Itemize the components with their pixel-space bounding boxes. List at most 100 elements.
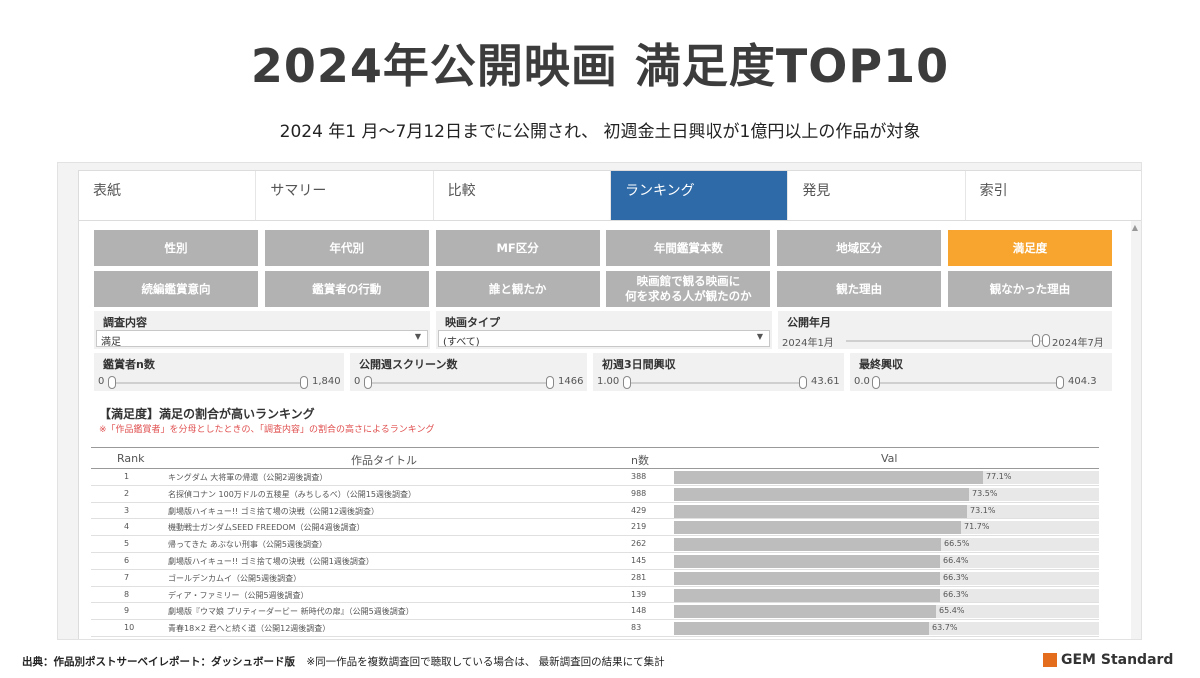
row-n: 148	[631, 606, 647, 616]
tab-cover[interactable]: 表紙	[79, 171, 257, 220]
category-button-expectations[interactable]: 映画館で観る映画に 何を求める人が観たのか	[606, 271, 771, 307]
row-n: 988	[631, 488, 647, 498]
final-box-track[interactable]	[878, 382, 1064, 384]
slide-title: 2024年公開映画 満足度TOP10	[250, 39, 950, 93]
category-button-region[interactable]: 地域区分	[777, 230, 942, 266]
logo-mark-icon	[1043, 653, 1057, 667]
row-title: 青春18×2 君へと続く道（公開12週後調査）	[168, 624, 331, 634]
row-n: 145	[631, 555, 647, 565]
table-row[interactable]: 9 劇場版『ウマ娘 プリティーダービー 新時代の扉』（公開5週後調査） 148 65.…	[91, 603, 1099, 621]
row-rank: 8	[124, 589, 130, 599]
category-button-age[interactable]: 年代別	[264, 230, 429, 266]
row-rank: 2	[124, 488, 130, 498]
footer-source: 出典：作品別ポストサーベイレポート：ダッシュボード版	[22, 656, 295, 668]
category-button-satisfaction[interactable]: 満足度	[947, 230, 1112, 266]
ranking-table: Rank 作品タイトル n数 Val 1 キングダム 大将軍の帰還（公開2週後調査…	[91, 447, 1099, 637]
final-box-handle-start[interactable]	[872, 376, 880, 389]
bar-value-label: 65.4%	[939, 606, 965, 616]
row-title: 機動戦士ガンダムSEED FREEDOM（公開4週後調査）	[168, 523, 365, 533]
tab-ranking[interactable]: ランキング	[610, 171, 789, 220]
screens-handle-start[interactable]	[364, 376, 372, 389]
movie-type-select[interactable]: (すべて) ▼	[438, 330, 770, 348]
ranking-title: 【満足度】満足の割合が高いランキング	[99, 407, 315, 421]
first3days-track[interactable]	[629, 382, 807, 384]
table-row[interactable]: 7 ゴールデンカムイ（公開5週後調査） 281 66.3%	[91, 570, 1099, 587]
viewers-n-handle-start[interactable]	[108, 376, 116, 389]
filter-release-period: 公開年月 2024年1月 2024年7月	[778, 311, 1112, 349]
category-button-sequel-intent[interactable]: 続編鑑賞意向	[94, 271, 258, 307]
logo-text: GEM Standard	[1061, 652, 1174, 668]
bar	[674, 538, 941, 552]
category-button-viewer-behavior[interactable]: 鑑賞者の行動	[264, 271, 429, 307]
table-row[interactable]: 1 キングダム 大将軍の帰還（公開2週後調査） 388 77.1%	[91, 469, 1099, 486]
screens-track[interactable]	[368, 382, 550, 384]
tab-summary[interactable]: サマリー	[256, 171, 434, 220]
table-header: Rank 作品タイトル n数 Val	[91, 447, 1099, 469]
table-row[interactable]: 6 劇場版ハイキュー!! ゴミ捨て場の決戦（公開1週後調査） 145 66.4%	[91, 553, 1099, 570]
header-rank: Rank	[117, 452, 145, 465]
table-row[interactable]: 5 帰ってきた あぶない刑事（公開5週後調査） 262 66.5%	[91, 536, 1099, 553]
table-row[interactable]: 4 機動戦士ガンダムSEED FREEDOM（公開4週後調査） 219 71.7%	[91, 519, 1099, 537]
row-rank: 4	[124, 522, 130, 532]
table-row[interactable]: 10 青春18×2 君へと続く道（公開12週後調査） 83 63.7%	[91, 620, 1099, 637]
row-rank: 6	[124, 555, 130, 565]
ranking-note: ※「作品鑑賞者」を分母としたときの、「調査内容」の割合の高さによるランキング	[99, 425, 435, 435]
dashboard: 表紙 サマリー 比較 ランキング 発見 索引 ▲ 性別 年代別 MF区分 年間鑑…	[57, 162, 1142, 640]
first3days-handle-start[interactable]	[623, 376, 631, 389]
category-button-grid: 性別 年代別 MF区分 年間鑑賞本数 地域区分 満足度 続編鑑賞意向 鑑賞者の行…	[94, 230, 1112, 307]
logo: GEM Standard	[1043, 652, 1173, 668]
bar	[674, 571, 940, 585]
dropdown-arrow-icon: ▼	[414, 332, 421, 341]
row-rank: 1	[124, 472, 130, 481]
bar-value-label: 66.3%	[943, 572, 969, 582]
table-row[interactable]: 8 ディア・ファミリー（公開5週後調査） 139 66.3%	[91, 587, 1099, 604]
row-title: キングダム 大将軍の帰還（公開2週後調査）	[168, 473, 328, 482]
category-button-mf[interactable]: MF区分	[435, 230, 600, 266]
category-button-not-watched-reasons[interactable]: 観なかった理由	[947, 271, 1112, 307]
bar-value-label: 71.7%	[964, 522, 990, 532]
row-n: 262	[631, 539, 647, 549]
row-title: 劇場版ハイキュー!! ゴミ捨て場の決戦（公開1週後調査）	[168, 556, 374, 566]
release-period-handle-end[interactable]	[1042, 334, 1050, 347]
row-title: 帰ってきた あぶない刑事（公開5週後調査）	[168, 540, 327, 550]
row-n: 139	[631, 589, 647, 599]
table-row[interactable]: 3 劇場版ハイキュー!! ゴミ捨て場の決戦（公開12週後調査） 429 73.1%	[91, 503, 1099, 520]
release-period-handle-start[interactable]	[1032, 334, 1040, 347]
bar	[674, 471, 983, 484]
filter-survey-content: 調査内容 満足 ▼	[94, 311, 430, 349]
row-n: 219	[631, 522, 647, 532]
dropdown-arrow-icon: ▼	[756, 332, 763, 341]
ranking-panel: 性別 年代別 MF区分 年間鑑賞本数 地域区分 満足度 続編鑑賞意向 鑑賞者の行…	[78, 221, 1131, 639]
viewers-n-handle-end[interactable]	[300, 376, 308, 389]
first3days-handle-end[interactable]	[799, 376, 807, 389]
category-button-companion[interactable]: 誰と観たか	[435, 271, 600, 307]
final-box-handle-end[interactable]	[1056, 376, 1064, 389]
header-val: Val	[881, 452, 898, 465]
row-rank: 7	[124, 572, 130, 582]
category-button-reasons[interactable]: 観た理由	[777, 271, 942, 307]
release-period-track[interactable]	[846, 340, 1046, 342]
survey-content-select[interactable]: 満足 ▼	[96, 330, 428, 348]
category-button-annual-count[interactable]: 年間鑑賞本数	[606, 230, 771, 266]
bar-value-label: 63.7%	[932, 623, 958, 633]
screens-handle-end[interactable]	[546, 376, 554, 389]
filter-movie-type: 映画タイプ (すべて) ▼	[436, 311, 772, 349]
bar-value-label: 77.1%	[986, 472, 1012, 481]
tab-discovery[interactable]: 発見	[788, 171, 966, 220]
row-rank: 9	[124, 606, 130, 616]
row-title: 名探偵コナン 100万ドルの五稜星（みちしるべ）（公開15週後調査）	[168, 489, 416, 499]
bar	[674, 605, 936, 619]
footer-note: ※同一作品を複数調査回で聴取している場合は、 最新調査回の結果にて集計	[306, 656, 665, 668]
row-n: 388	[631, 472, 647, 481]
bar	[674, 622, 929, 636]
tab-compare[interactable]: 比較	[434, 171, 611, 220]
bar	[674, 504, 967, 518]
slide-subtitle: 2024 年1 月～7月12日までに公開され、 初週金土日興収が1億円以上の作品…	[279, 122, 921, 142]
bar-value-label: 66.4%	[943, 555, 969, 565]
table-row[interactable]: 2 名探偵コナン 100万ドルの五稜星（みちしるべ）（公開15週後調査） 988 73…	[91, 486, 1099, 503]
scroll-up-arrow-icon[interactable]: ▲	[1132, 223, 1138, 232]
viewers-n-track[interactable]	[112, 382, 306, 384]
tab-index[interactable]: 索引	[966, 171, 1141, 220]
filter-first3days: 初週3日間興収 1.00 43.61	[593, 353, 844, 391]
category-button-gender[interactable]: 性別	[94, 230, 258, 266]
